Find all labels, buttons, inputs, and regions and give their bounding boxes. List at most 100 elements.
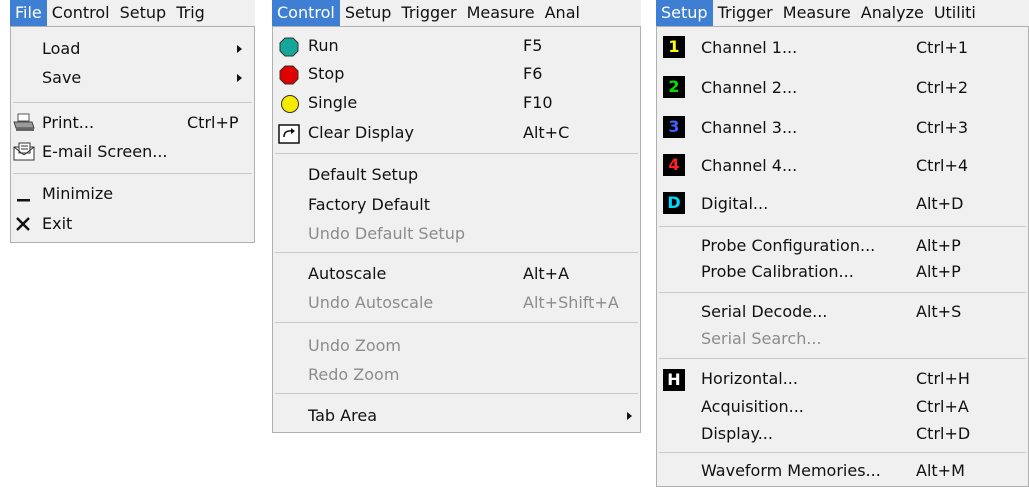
horizontal-label: Horizontal...	[701, 369, 798, 388]
channel-2-shortcut: Ctrl+2	[916, 78, 969, 97]
control-menubar: Control Setup Trigger Measure Anal	[272, 0, 641, 26]
setup-menu-panel: Setup Trigger Measure Analyze Utiliti 1 Chan…	[656, 0, 1029, 487]
submenu-arrow-icon	[627, 412, 632, 420]
separator	[275, 252, 638, 253]
clear-display-shortcut: Alt+C	[523, 123, 570, 142]
display-shortcut: Ctrl+D	[916, 424, 971, 443]
separator	[275, 153, 638, 154]
clear-display-label: Clear Display	[308, 123, 414, 142]
control-menu-panel: Control Setup Trigger Measure Anal Run F5 St…	[272, 0, 641, 433]
menu-item-tab-area[interactable]: Tab Area	[273, 406, 640, 428]
menu-item-run[interactable]: Run F5	[273, 36, 640, 58]
display-label: Display...	[701, 424, 773, 443]
menu-item-default-setup[interactable]: Default Setup	[273, 165, 640, 187]
probe-configuration-label: Probe Configuration...	[701, 236, 876, 255]
menu-item-email-screen[interactable]: E-mail Screen...	[11, 142, 254, 164]
factory-default-label: Factory Default	[308, 195, 430, 214]
file-menubar: File Control Setup Trig	[10, 0, 255, 26]
default-setup-label: Default Setup	[308, 165, 419, 184]
print-shortcut: Ctrl+P	[187, 113, 239, 132]
serial-decode-shortcut: Alt+S	[916, 302, 962, 321]
menu-item-horizontal[interactable]: H Horizontal... Ctrl+H	[657, 369, 1028, 391]
clear-display-icon	[278, 124, 300, 144]
tab-area-label: Tab Area	[308, 406, 377, 425]
redo-zoom-label: Redo Zoom	[308, 365, 400, 384]
undo-autoscale-label: Undo Autoscale	[308, 293, 434, 312]
exit-label: Exit	[42, 214, 73, 233]
menu-item-factory-default[interactable]: Factory Default	[273, 195, 640, 217]
menubar-trigger[interactable]: Trigger	[396, 0, 461, 26]
stop-label: Stop	[308, 64, 345, 83]
minimize-icon	[17, 199, 30, 202]
digital-shortcut: Alt+D	[916, 194, 964, 213]
digital-label: Digital...	[701, 194, 769, 213]
submenu-arrow-icon	[237, 74, 242, 82]
channel-4-icon: 4	[663, 154, 685, 176]
menubar-setup[interactable]: Setup	[115, 0, 172, 26]
menu-item-autoscale[interactable]: Autoscale Alt+A	[273, 264, 640, 286]
menubar-setup[interactable]: Setup	[340, 0, 397, 26]
setup-menubar: Setup Trigger Measure Analyze Utiliti	[656, 0, 1029, 26]
autoscale-shortcut: Alt+A	[523, 264, 570, 283]
menubar-utilities[interactable]: Utiliti	[929, 0, 981, 26]
menubar-analyze[interactable]: Analyze	[856, 0, 929, 26]
channel-1-shortcut: Ctrl+1	[916, 38, 969, 57]
menu-item-undo-autoscale: Undo Autoscale Alt+Shift+A	[273, 293, 640, 315]
separator	[13, 102, 252, 103]
menubar-trigger[interactable]: Trigger	[713, 0, 778, 26]
menu-item-stop[interactable]: Stop F6	[273, 64, 640, 86]
menu-item-channel-2[interactable]: 2 Channel 2... Ctrl+2	[657, 76, 1028, 100]
probe-configuration-shortcut: Alt+P	[916, 236, 961, 255]
save-label: Save	[42, 68, 82, 87]
menu-item-load[interactable]: Load	[11, 39, 254, 61]
menu-item-undo-default-setup: Undo Default Setup	[273, 224, 640, 246]
channel-4-label: Channel 4...	[701, 156, 798, 175]
menu-item-serial-search: Serial Search...	[657, 329, 1028, 351]
menu-item-waveform-memories[interactable]: Waveform Memories... Alt+M	[657, 461, 1028, 483]
menu-item-save[interactable]: Save	[11, 68, 254, 90]
print-label: Print...	[42, 113, 95, 132]
menubar-analyze[interactable]: Anal	[540, 0, 585, 26]
channel-4-shortcut: Ctrl+4	[916, 156, 969, 175]
menubar-measure[interactable]: Measure	[778, 0, 856, 26]
horizontal-shortcut: Ctrl+H	[916, 369, 970, 388]
menu-item-display[interactable]: Display... Ctrl+D	[657, 424, 1028, 446]
menubar-file[interactable]: File	[10, 0, 47, 26]
menu-item-clear-display[interactable]: Clear Display Alt+C	[273, 123, 640, 145]
menu-item-minimize[interactable]: Minimize	[11, 184, 254, 206]
single-shortcut: F10	[523, 93, 553, 112]
menubar-control[interactable]: Control	[47, 0, 115, 26]
menu-item-probe-configuration[interactable]: Probe Configuration... Alt+P	[657, 236, 1028, 258]
horizontal-icon: H	[663, 369, 685, 391]
menu-item-channel-1[interactable]: 1 Channel 1... Ctrl+1	[657, 36, 1028, 60]
menu-item-print[interactable]: Print... Ctrl+P	[11, 113, 254, 135]
separator	[659, 358, 1026, 359]
menu-item-digital[interactable]: D Digital... Alt+D	[657, 192, 1028, 216]
menu-item-serial-decode[interactable]: Serial Decode... Alt+S	[657, 302, 1028, 324]
close-icon	[16, 217, 30, 231]
single-icon	[281, 95, 299, 113]
minimize-label: Minimize	[42, 184, 114, 203]
menu-item-single[interactable]: Single F10	[273, 93, 640, 115]
menu-item-redo-zoom: Redo Zoom	[273, 365, 640, 387]
menu-item-exit[interactable]: Exit	[11, 214, 254, 236]
menu-item-channel-3[interactable]: 3 Channel 3... Ctrl+3	[657, 116, 1028, 140]
file-menu-panel: File Control Setup Trig Load Save Print... …	[0, 0, 255, 245]
undo-autoscale-shortcut: Alt+Shift+A	[523, 293, 619, 312]
menubar-setup[interactable]: Setup	[656, 0, 713, 26]
channel-1-icon: 1	[663, 36, 685, 58]
run-icon	[279, 37, 299, 57]
menubar-trigger[interactable]: Trig	[171, 0, 210, 26]
menubar-measure[interactable]: Measure	[462, 0, 540, 26]
email-screen-icon	[13, 142, 35, 161]
separator	[659, 226, 1026, 227]
menu-item-probe-calibration[interactable]: Probe Calibration... Alt+P	[657, 262, 1028, 284]
acquisition-shortcut: Ctrl+A	[916, 397, 969, 416]
channel-3-icon: 3	[663, 116, 685, 138]
menu-item-channel-4[interactable]: 4 Channel 4... Ctrl+4	[657, 154, 1028, 178]
single-label: Single	[308, 93, 358, 112]
menu-item-acquisition[interactable]: Acquisition... Ctrl+A	[657, 397, 1028, 419]
probe-calibration-shortcut: Alt+P	[916, 262, 961, 281]
autoscale-label: Autoscale	[308, 264, 387, 283]
menubar-control[interactable]: Control	[272, 0, 340, 26]
